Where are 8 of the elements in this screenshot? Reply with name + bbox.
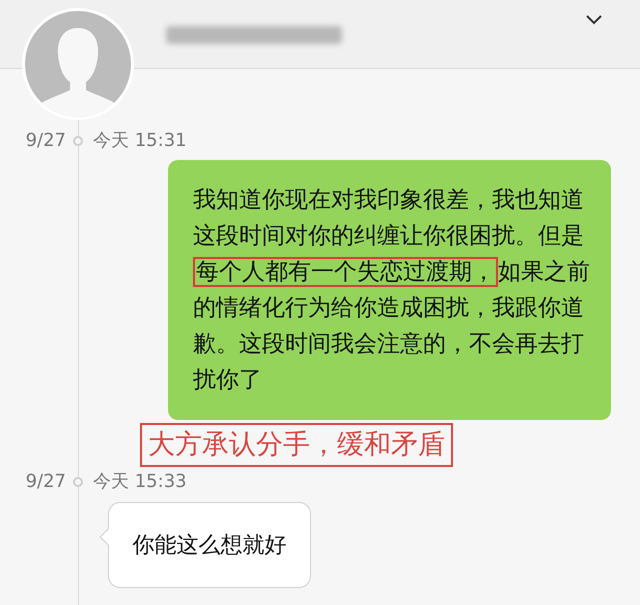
message-date: 9/27 bbox=[24, 130, 66, 152]
message-text: 你能这么想就好 bbox=[132, 532, 286, 560]
annotation-label: 大方承认分手，缓和矛盾 bbox=[140, 423, 453, 467]
message-time: 今天 15:31 bbox=[93, 130, 187, 152]
message-date: 9/27 bbox=[24, 471, 66, 493]
message-time: 今天 15:33 bbox=[93, 471, 187, 493]
chevron-down-icon[interactable] bbox=[586, 15, 602, 25]
message-text: 我知道你现在对我印象很差，我也知道这段时间对你的纠缠让你很困扰。但是 每个人都有一个失恋过渡期，如果之前的情绪化行为给你造成困扰，我跟你道歉。这段时间我会注意的，不会再去打扰你了 bbox=[193, 186, 591, 395]
